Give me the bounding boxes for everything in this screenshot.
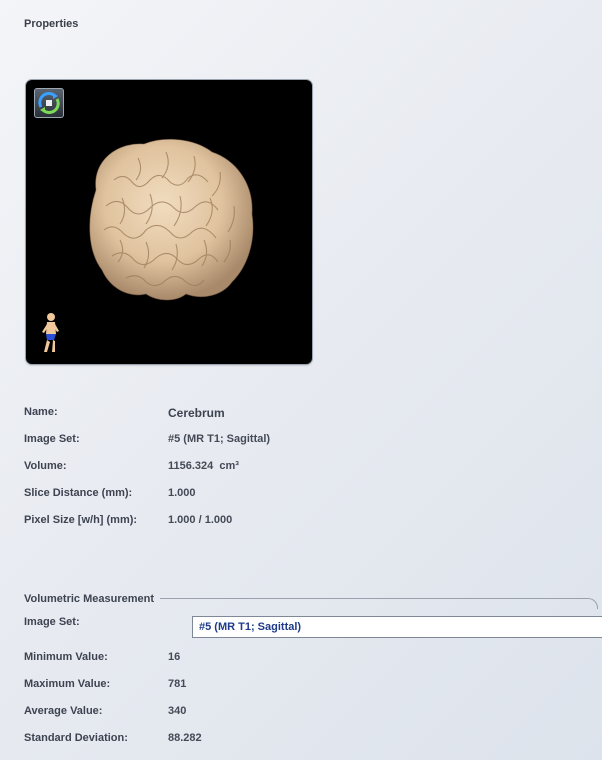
properties-list: Name: Cerebrum Image Set: #5 (MR T1; Sag… <box>24 406 584 541</box>
patient-orientation-icon <box>42 313 59 352</box>
vm-label: Average Value: <box>24 705 103 717</box>
vm-value: 781 <box>168 678 187 690</box>
property-row-pixel-size: Pixel Size [w/h] (mm): 1.000 / 1.000 <box>24 514 584 541</box>
property-row-image-set: Image Set: #5 (MR T1; Sagittal) <box>24 433 584 460</box>
section-divider <box>160 598 598 609</box>
vm-row-minimum: Minimum Value: 16 <box>24 651 600 678</box>
property-value: 1.000 <box>168 487 196 499</box>
vm-row-maximum: Maximum Value: 781 <box>24 678 600 705</box>
vm-row-image-set: Image Set: #5 (MR T1; Sagittal) <box>24 616 602 643</box>
property-row-name: Name: Cerebrum <box>24 406 584 433</box>
vm-label: Minimum Value: <box>24 651 108 663</box>
property-label: Image Set: <box>24 433 80 445</box>
3d-viewer[interactable] <box>26 80 312 364</box>
property-value: #5 (MR T1; Sagittal) <box>168 433 271 445</box>
property-label: Name: <box>24 406 58 418</box>
brain-render <box>89 139 254 301</box>
vm-row-average: Average Value: 340 <box>24 705 600 732</box>
property-label: Pixel Size [w/h] (mm): <box>24 514 138 526</box>
vm-value: 16 <box>168 651 181 663</box>
vm-value: 88.282 <box>168 732 202 744</box>
image-set-select[interactable]: #5 (MR T1; Sagittal) <box>192 616 602 638</box>
property-value: Cerebrum <box>168 406 225 420</box>
vm-value: 340 <box>168 705 187 717</box>
property-row-volume: Volume: 1156.324 cm³ <box>24 460 584 487</box>
panel-title: Properties <box>24 18 79 30</box>
vm-row-std-dev: Standard Deviation: 88.282 <box>24 732 600 759</box>
property-row-slice-distance: Slice Distance (mm): 1.000 <box>24 487 584 514</box>
volumetric-measurement-list: Image Set: #5 (MR T1; Sagittal) Minimum … <box>24 616 602 759</box>
vm-label: Image Set: <box>24 616 80 628</box>
vm-label: Maximum Value: <box>24 678 111 690</box>
property-value: 1.000 / 1.000 <box>168 514 233 526</box>
property-label: Slice Distance (mm): <box>24 487 133 499</box>
rotate-3d-icon <box>38 92 60 114</box>
volumetric-measurement-header: Volumetric Measurement <box>24 588 598 609</box>
image-set-selected-value: #5 (MR T1; Sagittal) <box>199 621 302 633</box>
section-title: Volumetric Measurement <box>24 592 155 605</box>
rotate-3d-button[interactable] <box>34 88 64 118</box>
property-value: 1156.324 cm³ <box>168 460 239 472</box>
vm-label: Standard Deviation: <box>24 732 128 744</box>
property-label: Volume: <box>24 460 67 472</box>
